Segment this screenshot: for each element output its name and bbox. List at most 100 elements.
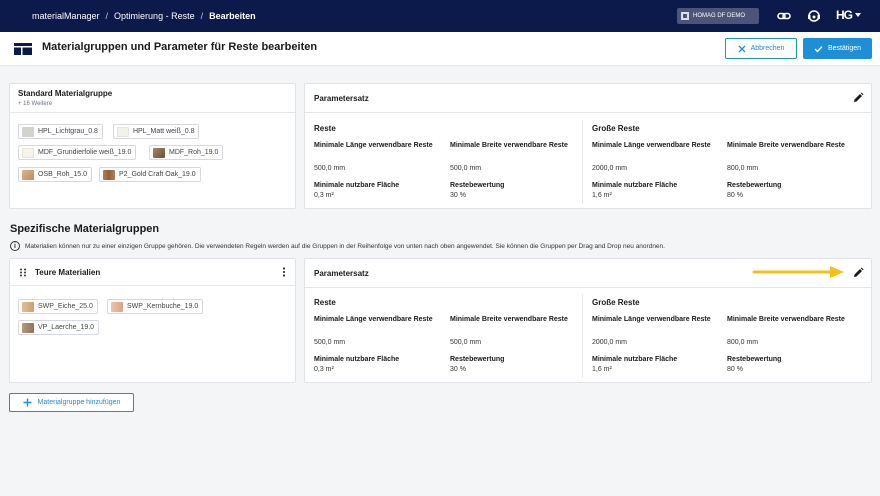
min-length-label: Minimale Länge verwendbare Reste — [314, 142, 433, 149]
page-header: Materialgruppen und Parameter für Reste … — [0, 32, 880, 66]
material-chip[interactable]: P2_Gold Craft Oak_19.0 — [99, 167, 201, 182]
cancel-button[interactable]: Abbrechen — [725, 38, 797, 59]
rests-heading: Reste — [314, 124, 336, 133]
tenant-switcher[interactable]: HOMAG DF DEMO — [677, 8, 759, 24]
min-length-value: 500,0 mm — [314, 165, 346, 172]
material-label: P2_Gold Craft Oak_19.0 — [119, 171, 196, 178]
material-label: HPL_Lichtgrau_0.8 — [38, 128, 98, 135]
rating-label: Restebewertung — [450, 356, 505, 363]
material-chip[interactable]: OSB_Roh_15.0 — [18, 167, 93, 182]
specific-groups-title: Spezifische Materialgruppen — [10, 223, 160, 235]
column-divider — [582, 120, 583, 204]
info-icon: i — [10, 241, 20, 251]
min-width-label: Minimale Breite verwendbare Reste — [727, 316, 845, 323]
logo-dropdown-icon[interactable] — [855, 13, 861, 17]
min-width-value: 800,0 mm — [727, 339, 759, 346]
confirm-label: Bestätigen — [827, 45, 862, 52]
divider — [10, 285, 295, 286]
info-message: i Materialien können nur zu einer einzig… — [10, 241, 665, 251]
specific-group-card[interactable]: Teure Materialien SWP_Eiche_25.0 SWP_Ker… — [9, 258, 296, 383]
drag-handle-icon[interactable] — [19, 268, 27, 277]
more-vertical-icon[interactable] — [282, 267, 286, 277]
min-area-value: 1,6 m² — [592, 192, 612, 199]
material-swatch — [103, 169, 115, 180]
material-swatch — [22, 322, 34, 333]
material-swatch — [117, 126, 129, 137]
min-length-value: 2000,0 mm — [592, 339, 628, 346]
rating-value: 30 % — [450, 366, 466, 373]
homag-logo[interactable]: HG — [836, 8, 853, 22]
material-swatch — [22, 169, 34, 180]
standard-params-card: Parametersatz Reste Minimale Länge verwe… — [304, 83, 872, 209]
standard-group-card: Standard Materialgruppe + 16 Weitere HPL… — [9, 83, 296, 209]
material-swatch — [22, 301, 34, 312]
confirm-button[interactable]: Bestätigen — [803, 38, 872, 59]
min-length-label: Minimale Länge verwendbare Reste — [314, 316, 433, 323]
material-label: MDF_Roh_19.0 — [169, 149, 219, 156]
divider — [10, 112, 295, 113]
min-area-label: Minimale nutzbare Fläche — [592, 182, 678, 189]
breadcrumb-app[interactable]: materialManager — [32, 11, 100, 21]
material-label: VP_Laerche_19.0 — [38, 324, 95, 331]
min-area-value: 0,3 m² — [314, 366, 334, 373]
material-label: SWP_Eiche_25.0 — [38, 303, 93, 310]
page-title: Materialgruppen und Parameter für Reste … — [42, 41, 318, 53]
plus-icon — [23, 398, 32, 407]
link-icon[interactable] — [777, 9, 791, 23]
rating-label: Restebewertung — [450, 182, 505, 189]
material-swatch — [111, 301, 123, 312]
material-chip[interactable]: MDF_Grundierfolie weiß_19.0 — [18, 145, 137, 160]
top-navigation-bar: materialManager / Optimierung - Reste / … — [0, 0, 880, 32]
material-swatch — [22, 126, 34, 137]
material-label: OSB_Roh_15.0 — [38, 171, 88, 178]
min-width-value: 500,0 mm — [450, 339, 482, 346]
min-length-label: Minimale Länge verwendbare Reste — [592, 316, 711, 323]
rating-value: 80 % — [727, 366, 743, 373]
cancel-label: Abbrechen — [750, 45, 785, 52]
material-chip[interactable]: VP_Laerche_19.0 — [18, 320, 100, 335]
breadcrumb-separator: / — [200, 11, 204, 21]
info-text: Materialien können nur zu einer einzigen… — [25, 242, 665, 250]
breadcrumb-current: Bearbeiten — [209, 11, 256, 21]
large-rests-heading: Große Reste — [592, 298, 640, 307]
material-label: SWP_Kernbuche_19.0 — [127, 303, 199, 310]
standard-group-title: Standard Materialgruppe — [18, 89, 113, 98]
standard-group-more[interactable]: + 16 Weitere — [18, 101, 52, 107]
min-width-label: Minimale Breite verwendbare Reste — [450, 142, 568, 149]
min-width-label: Minimale Breite verwendbare Reste — [727, 142, 845, 149]
min-area-label: Minimale nutzbare Fläche — [314, 356, 400, 363]
min-area-label: Minimale nutzbare Fläche — [592, 356, 678, 363]
divider — [305, 287, 871, 288]
rating-value: 80 % — [727, 192, 743, 199]
breadcrumb-separator: / — [105, 11, 109, 21]
column-divider — [582, 294, 583, 378]
material-chip[interactable]: HPL_Lichtgrau_0.8 — [18, 124, 103, 139]
edit-pencil-icon[interactable] — [852, 267, 864, 279]
divider — [305, 112, 871, 113]
params-title: Parametersatz — [314, 269, 369, 278]
table-layout-icon — [14, 43, 32, 55]
add-group-label: Materialgruppe hinzufügen — [37, 399, 121, 406]
rating-value: 30 % — [450, 192, 466, 199]
close-icon — [738, 45, 746, 52]
min-length-value: 500,0 mm — [314, 339, 346, 346]
edit-pencil-icon[interactable] — [852, 92, 864, 104]
specific-group-title: Teure Materialien — [35, 268, 101, 277]
material-chip[interactable]: HPL_Matt weiß_0.8 — [113, 124, 200, 139]
rating-label: Restebewertung — [727, 182, 782, 189]
breadcrumb-optimization[interactable]: Optimierung - Reste — [114, 11, 195, 21]
material-chip[interactable]: SWP_Kernbuche_19.0 — [107, 299, 204, 314]
material-chip[interactable]: SWP_Eiche_25.0 — [18, 299, 98, 314]
support-icon[interactable] — [807, 9, 821, 23]
min-width-value: 500,0 mm — [450, 165, 482, 172]
add-material-group-button[interactable]: Materialgruppe hinzufügen — [9, 393, 134, 412]
material-chip[interactable]: MDF_Roh_19.0 — [149, 145, 224, 160]
check-icon — [814, 45, 823, 53]
material-label: HPL_Matt weiß_0.8 — [133, 128, 195, 135]
rests-heading: Reste — [314, 298, 336, 307]
min-length-value: 2000,0 mm — [592, 165, 628, 172]
min-area-label: Minimale nutzbare Fläche — [314, 182, 400, 189]
min-length-label: Minimale Länge verwendbare Reste — [592, 142, 711, 149]
highlight-arrow-icon — [752, 266, 844, 278]
min-area-value: 1,6 m² — [592, 366, 612, 373]
